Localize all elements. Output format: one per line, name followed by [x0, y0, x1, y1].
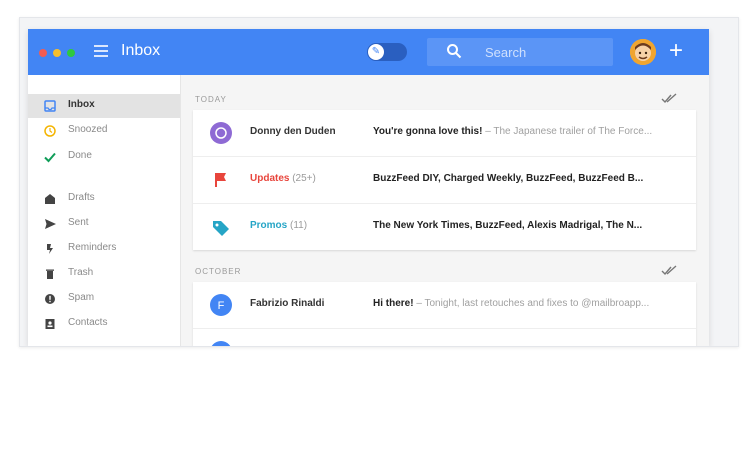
- drafts-icon: [45, 194, 55, 204]
- compose-plus-icon[interactable]: +: [669, 37, 683, 65]
- spam-icon: [45, 294, 55, 304]
- sidebar-item-sent[interactable]: Sent: [28, 212, 180, 236]
- bundle-count: (25+): [289, 173, 316, 184]
- message-preview: BuzzFeed DIY, Charged Weekly, BuzzFeed, …: [373, 173, 683, 184]
- pin-toggle[interactable]: ✎: [367, 43, 407, 61]
- message-snippet: – Tonight, last retouches and fixes to @…: [413, 298, 650, 309]
- message-subject: Hi there!: [373, 298, 414, 309]
- sidebar-item-label: Contacts: [68, 317, 108, 328]
- sidebar-item-label: Trash: [68, 267, 94, 278]
- sidebar-item-spam[interactable]: Spam: [28, 287, 180, 311]
- message-snippet: – The Japanese trailer of The Force...: [482, 126, 653, 137]
- search-icon: [447, 44, 462, 59]
- menu-icon[interactable]: [94, 45, 108, 57]
- trash-icon: [46, 269, 54, 279]
- list-item[interactable]: F Fabrizio Rinaldi Hi there! – Tonight, …: [193, 282, 696, 329]
- bundle-label: Promos: [250, 220, 288, 231]
- minimize-window-button[interactable]: [53, 49, 61, 57]
- list-item[interactable]: Updates (25+) BuzzFeed DIY, Charged Week…: [193, 157, 696, 204]
- tag-icon: [213, 221, 229, 236]
- sidebar-item-label: Inbox: [68, 99, 95, 110]
- sweep-done-icon[interactable]: [661, 264, 679, 276]
- sidebar-item-inbox[interactable]: Inbox: [28, 94, 180, 118]
- maximize-window-button[interactable]: [67, 49, 75, 57]
- sender-avatar-icon: F: [210, 294, 232, 316]
- search-placeholder: Search: [485, 45, 527, 60]
- sidebar-item-label: Drafts: [68, 192, 95, 203]
- avatar-face-icon: [630, 39, 656, 65]
- sidebar-item-label: Spam: [68, 292, 95, 303]
- app-title: Inbox: [121, 42, 161, 59]
- list-item[interactable]: Donny den Duden You're gonna love this! …: [193, 110, 696, 157]
- sidebar-item-label: Snoozed: [68, 124, 108, 135]
- bundle-name: Updates (25+): [250, 173, 316, 184]
- message-subject: The New York Times, BuzzFeed, Alexis Mad…: [373, 220, 643, 231]
- message-subject: You're gonna love this!: [373, 126, 483, 137]
- sidebar-item-done[interactable]: Done: [28, 145, 180, 169]
- list-item[interactable]: Promos (11) The New York Times, BuzzFeed…: [193, 204, 696, 250]
- sender-label: Donny den Duden: [250, 126, 336, 137]
- message-preview: You're gonna love this! – The Japanese t…: [373, 126, 683, 137]
- pin-icon: ✎: [368, 44, 384, 60]
- section-label-today: TODAY: [195, 95, 227, 104]
- bundle-label: Updates: [250, 173, 290, 184]
- top-bar: Inbox ✎ Search +: [28, 29, 709, 75]
- sender-name: Fabrizio Rinaldi: [250, 298, 324, 309]
- svg-text:F: F: [218, 300, 225, 312]
- sidebar-item-snoozed[interactable]: Snoozed: [28, 119, 180, 143]
- bundle-name: Promos (11): [250, 220, 307, 231]
- sender-avatar-icon: [211, 341, 231, 346]
- contacts-icon: [45, 319, 55, 329]
- reminder-icon: [47, 244, 53, 254]
- bundle-count: (11): [287, 220, 308, 231]
- list-item[interactable]: [193, 329, 696, 346]
- october-card: F Fabrizio Rinaldi Hi there! – Tonight, …: [193, 282, 696, 346]
- sidebar: Inbox Snoozed Done Drafts Sent Reminders: [28, 75, 181, 346]
- sidebar-item-label: Sent: [68, 217, 89, 228]
- send-icon: [45, 219, 56, 229]
- sender-avatar-icon: [210, 122, 232, 144]
- message-preview: Hi there! – Tonight, last retouches and …: [373, 298, 683, 309]
- check-icon: [44, 152, 56, 163]
- sender-label: Fabrizio Rinaldi: [250, 298, 325, 309]
- message-subject: BuzzFeed DIY, Charged Weekly, BuzzFeed, …: [373, 173, 644, 184]
- close-window-button[interactable]: [39, 49, 47, 57]
- sidebar-item-reminders[interactable]: Reminders: [28, 237, 180, 261]
- clock-icon: [44, 125, 56, 137]
- mail-list: TODAY Donny den Duden You're gonna love …: [181, 75, 709, 346]
- section-label-october: OCTOBER: [195, 267, 242, 276]
- avatar[interactable]: [630, 39, 656, 65]
- app-window: Inbox ✎ Search + Inbox Snoozed Done Draf…: [28, 29, 709, 346]
- flag-icon: [215, 173, 226, 187]
- sweep-done-icon[interactable]: [661, 92, 679, 104]
- message-preview: The New York Times, BuzzFeed, Alexis Mad…: [373, 220, 683, 231]
- search-box[interactable]: Search: [427, 38, 613, 66]
- inbox-icon: [44, 100, 56, 112]
- sidebar-item-label: Done: [68, 150, 92, 161]
- sidebar-item-drafts[interactable]: Drafts: [28, 187, 180, 211]
- sidebar-item-label: Reminders: [68, 242, 117, 253]
- sender-name: Donny den Duden: [250, 126, 336, 137]
- sidebar-item-contacts[interactable]: Contacts: [28, 312, 180, 336]
- sidebar-item-trash[interactable]: Trash: [28, 262, 180, 286]
- today-bundle-card: Donny den Duden You're gonna love this! …: [193, 110, 696, 250]
- screenshot-frame: Inbox ✎ Search + Inbox Snoozed Done Draf…: [19, 17, 739, 347]
